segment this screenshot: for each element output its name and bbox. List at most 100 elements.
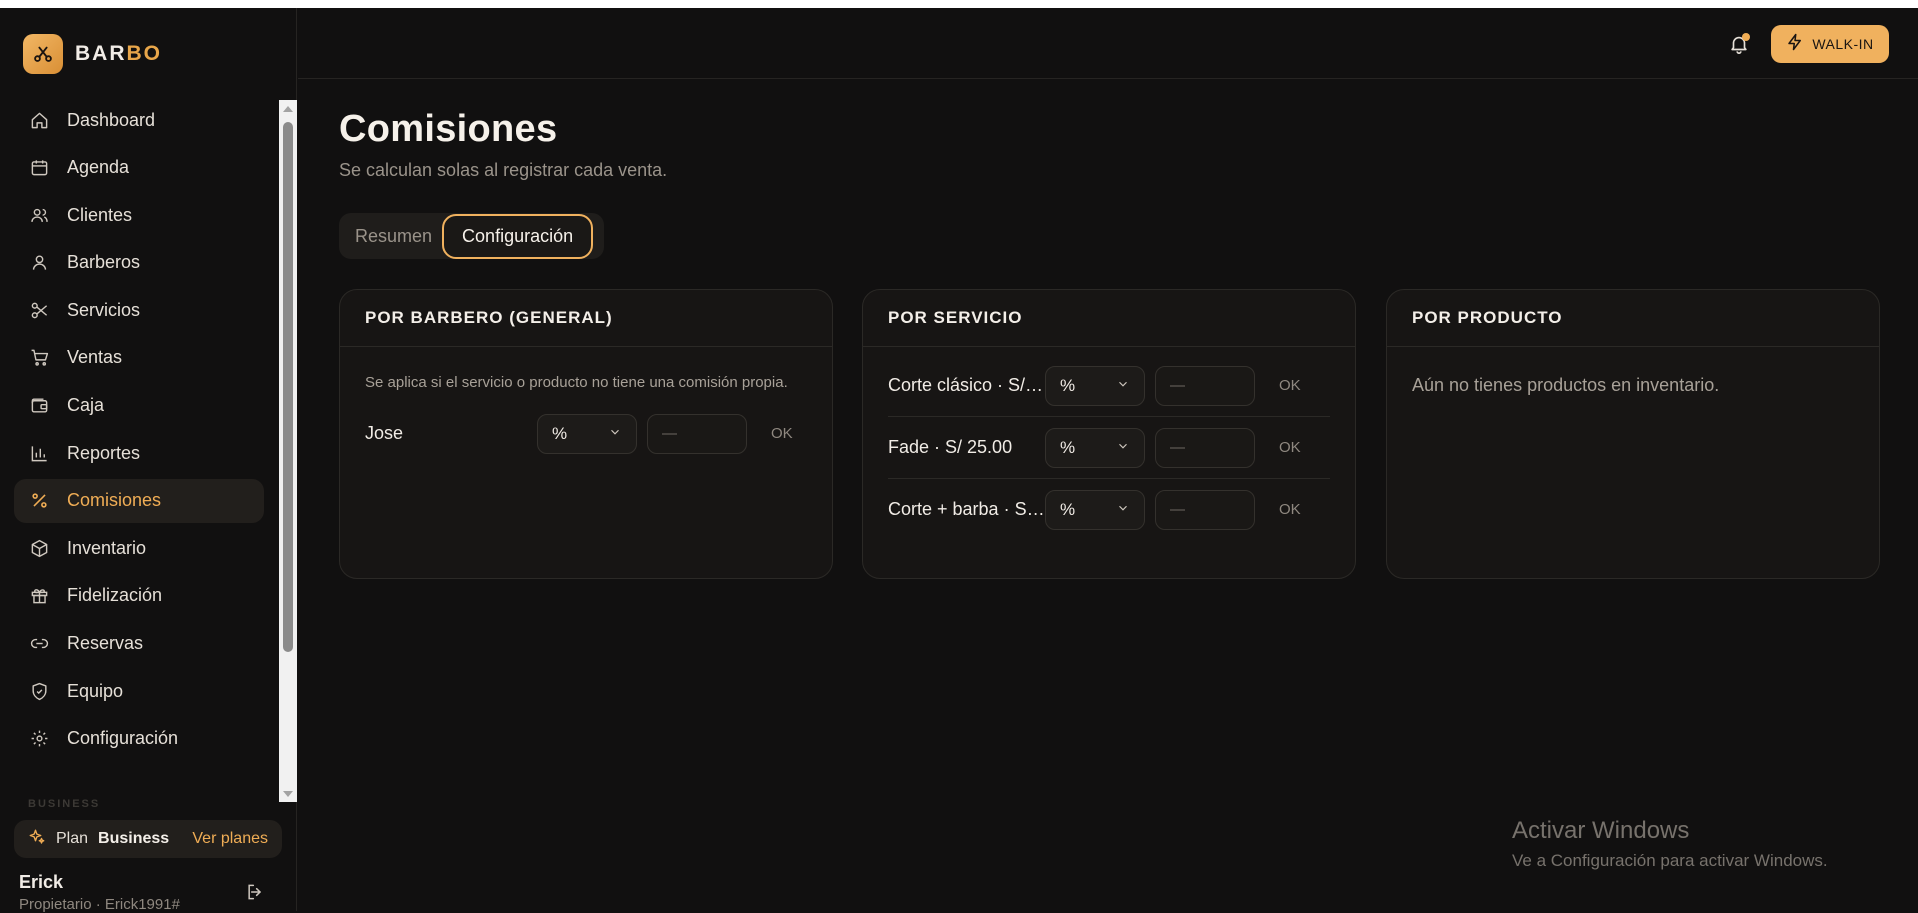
commission-row: Corte clásico · S/ 1... % OK (863, 355, 1355, 416)
select-value: % (1060, 437, 1076, 457)
plan-card: Plan Business Ver planes (14, 820, 282, 858)
service-name: Corte clásico · S/ 1... (888, 375, 1045, 395)
sidebar-item-dashboard[interactable]: Dashboard (14, 98, 264, 142)
shield-icon (29, 681, 49, 701)
commission-value-input[interactable] (1155, 489, 1255, 530)
watermark-subtitle: Ve a Configuración para activar Windows. (1512, 851, 1828, 870)
brand-name-part1: BAR (75, 42, 127, 65)
sidebar-section-label: BUSINESS (28, 798, 101, 810)
commission-row: Fade · S/ 25.00 % OK (863, 417, 1355, 478)
sidebar-item-barberos[interactable]: Barberos (14, 241, 264, 285)
commission-value-input[interactable] (647, 413, 747, 454)
user-icon (29, 253, 49, 273)
sidebar-item-label: Barberos (67, 252, 141, 273)
box-icon (29, 538, 49, 558)
ok-button[interactable]: OK (1279, 501, 1301, 518)
calendar-icon (29, 158, 49, 178)
cart-icon (29, 348, 49, 368)
barber-name: Jose (365, 423, 404, 443)
watermark-title: Activar Windows (1512, 817, 1690, 844)
scissors-logo-icon (23, 34, 63, 74)
plan-label: Plan (56, 830, 89, 847)
tab-configuracion[interactable]: Configuración (442, 213, 594, 259)
commission-value-input[interactable] (1155, 427, 1255, 468)
page-header: Comisiones Se calculan solas al registra… (339, 108, 667, 181)
sidebar-item-label: Caja (67, 395, 105, 416)
lightning-icon (1786, 33, 1804, 56)
walk-in-button[interactable]: WALK-IN (1771, 25, 1889, 63)
plan-name: Business (98, 830, 170, 847)
window-top-strip (0, 0, 1918, 8)
sidebar-item-label: Equipo (67, 680, 124, 701)
page-title: Comisiones (339, 108, 558, 150)
scroll-up-icon[interactable] (279, 100, 297, 117)
logout-icon[interactable] (245, 882, 267, 904)
sidebar: BARBO Dashboard Agenda Clientes Barberos (0, 8, 297, 913)
sidebar-item-label: Inventario (67, 537, 147, 558)
sidebar-item-caja[interactable]: Caja (14, 384, 264, 428)
commission-value-input[interactable] (1155, 365, 1255, 406)
card-title: POR BARBERO (GENERAL) (340, 290, 832, 347)
select-value: % (552, 423, 568, 443)
percent-icon (29, 491, 49, 511)
wallet-icon (29, 396, 49, 416)
ok-button[interactable]: OK (1279, 439, 1301, 456)
sidebar-item-fidelizacion[interactable]: Fidelización (14, 574, 264, 618)
commission-type-select[interactable]: % (537, 413, 637, 454)
scissors-icon (29, 300, 49, 320)
view-plans-link[interactable]: Ver planes (192, 830, 268, 848)
sidebar-item-label: Clientes (67, 204, 133, 225)
notification-dot (1742, 33, 1750, 41)
sidebar-item-label: Reportes (67, 442, 141, 463)
users-icon (29, 205, 49, 225)
commission-type-select[interactable]: % (1045, 489, 1145, 530)
sidebar-item-ventas[interactable]: Ventas (14, 336, 264, 380)
sidebar-item-equipo[interactable]: Equipo (14, 669, 264, 713)
user-info: Erick Propietario · Erick1991# (19, 872, 180, 913)
select-value: % (1060, 499, 1076, 519)
sidebar-item-label: Agenda (67, 157, 130, 178)
card-por-producto: POR PRODUCTO Aún no tienes productos en … (1386, 289, 1880, 579)
commission-row: Corte + barba · S/ ... % OK (863, 479, 1355, 540)
sidebar-item-reportes[interactable]: Reportes (14, 431, 264, 475)
card-title: POR PRODUCTO (1387, 290, 1879, 347)
tab-resumen[interactable]: Resumen (355, 226, 432, 247)
gift-icon (29, 586, 49, 606)
sidebar-item-inventario[interactable]: Inventario (14, 526, 264, 570)
service-name: Corte + barba · S/ ... (888, 499, 1045, 519)
scroll-down-icon[interactable] (279, 785, 297, 802)
commission-type-select[interactable]: % (1045, 427, 1145, 468)
sidebar-item-label: Ventas (67, 347, 123, 368)
sidebar-item-clientes[interactable]: Clientes (14, 193, 264, 237)
sidebar-item-reservas[interactable]: Reservas (14, 622, 264, 666)
commission-type-select[interactable]: % (1045, 365, 1145, 406)
sidebar-scrollbar[interactable] (279, 100, 297, 802)
sidebar-item-servicios[interactable]: Servicios (14, 288, 264, 332)
chevron-down-icon (1116, 438, 1130, 458)
gear-icon (29, 729, 49, 749)
sidebar-item-label: Fidelización (67, 585, 163, 606)
sidebar-item-configuracion[interactable]: Configuración (14, 717, 264, 761)
bell-icon[interactable] (1728, 33, 1750, 55)
sidebar-item-comisiones[interactable]: Comisiones (14, 478, 264, 523)
scrollbar-thumb[interactable] (283, 122, 293, 652)
sidebar-item-label: Comisiones (67, 490, 162, 511)
select-value: % (1060, 375, 1076, 395)
ok-button[interactable]: OK (1279, 377, 1301, 394)
empty-state: Aún no tienes productos en inventario. (1412, 375, 1720, 395)
brand-logo[interactable]: BARBO (23, 34, 162, 74)
sidebar-item-label: Reservas (67, 633, 144, 654)
sidebar-item-label: Dashboard (67, 109, 156, 130)
windows-activation-watermark: Activar Windows Ve a Configuración para … (1512, 817, 1828, 871)
sparkles-icon (28, 828, 46, 851)
sidebar-nav: Dashboard Agenda Clientes Barberos Servi… (14, 98, 264, 764)
chevron-down-icon (1116, 500, 1130, 520)
card-por-barbero: POR BARBERO (GENERAL) Se aplica si el se… (339, 289, 833, 579)
ok-button[interactable]: OK (771, 425, 793, 442)
sidebar-item-agenda[interactable]: Agenda (14, 146, 264, 190)
user-role: Propietario · Erick1991# (19, 896, 180, 913)
bar-chart-icon (29, 443, 49, 463)
link-icon (29, 634, 49, 654)
card-note: Se aplica si el servicio o producto no t… (365, 374, 788, 391)
walk-in-label: WALK-IN (1812, 36, 1874, 52)
